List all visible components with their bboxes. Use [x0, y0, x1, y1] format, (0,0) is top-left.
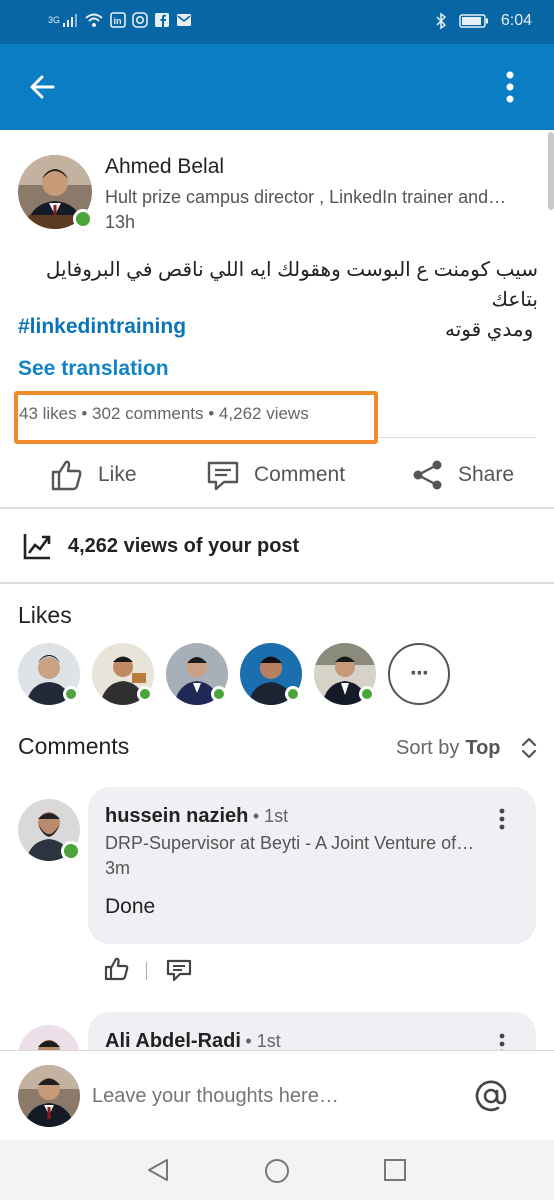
- comment-overflow-icon[interactable]: [498, 807, 506, 831]
- instagram-notification-icon: [132, 12, 148, 28]
- comment-time: 3m: [105, 858, 131, 878]
- post-body-line-1: سيب كومنت ع البوست وهقولك ايه اللي ناقص …: [45, 259, 538, 311]
- liker-online-indicator: [137, 686, 153, 702]
- comment-input[interactable]: [92, 1079, 452, 1113]
- bluetooth-icon: [436, 12, 447, 30]
- more-likes-label: ···: [410, 660, 430, 687]
- stats-highlight-box: [14, 391, 378, 444]
- facebook-notification-icon: [155, 13, 170, 27]
- share-button[interactable]: Share: [412, 450, 514, 500]
- post-body-line-2: ومدي قوته: [445, 319, 534, 341]
- comment-icon: [207, 461, 239, 491]
- liker-online-indicator: [63, 686, 79, 702]
- nav-home-icon[interactable]: [263, 1157, 291, 1185]
- share-icon: [413, 460, 442, 490]
- mention-icon[interactable]: [474, 1079, 508, 1113]
- thumbs-up-icon: [51, 460, 82, 491]
- comment-author-name[interactable]: hussein nazieh: [105, 805, 248, 827]
- scrollbar[interactable]: [548, 132, 554, 210]
- like-button[interactable]: Like: [50, 450, 137, 500]
- composer-photo-icon: [18, 1065, 80, 1127]
- sort-control[interactable]: Sort by Top: [396, 735, 539, 761]
- divider-1: [0, 507, 554, 509]
- wifi-icon: [85, 13, 103, 27]
- liker-online-indicator: [285, 686, 301, 702]
- stats-divider: [378, 437, 536, 438]
- comment-actions-separator: [146, 962, 147, 980]
- divider-2: [0, 582, 554, 584]
- liker-online-indicator: [211, 686, 227, 702]
- status-bar: 3G in 6:04: [0, 0, 554, 44]
- comment-reply-icon[interactable]: [166, 958, 192, 982]
- signal-icon: [63, 14, 78, 27]
- linkedin-notification-icon: in: [110, 12, 126, 28]
- comments-title: Comments: [18, 733, 130, 759]
- comment-author-degree: • 1st: [245, 1031, 281, 1051]
- overflow-menu-icon[interactable]: [502, 70, 518, 104]
- comment-button[interactable]: Comment: [206, 450, 345, 500]
- sort-chevrons-icon: [521, 737, 536, 759]
- post-author-headline: Hult prize campus director , LinkedIn tr…: [105, 187, 507, 207]
- comment-label: Comment: [254, 463, 346, 486]
- status-icons: 3G in: [48, 12, 192, 28]
- views-of-post-link[interactable]: 4,262 views of your post: [68, 535, 299, 558]
- author-online-indicator: [73, 209, 93, 229]
- nav-back-icon[interactable]: [145, 1157, 171, 1183]
- back-arrow-icon[interactable]: [28, 73, 56, 101]
- comment-composer: [0, 1050, 554, 1140]
- like-label: Like: [98, 463, 137, 486]
- commenter-online-indicator: [61, 841, 81, 861]
- share-label: Share: [458, 463, 515, 486]
- sort-value: Top: [465, 736, 501, 759]
- network-label: 3G: [48, 15, 61, 25]
- mail-notification-icon: [177, 14, 192, 26]
- status-right: 6:04: [435, 12, 532, 30]
- battery-icon: [459, 14, 488, 28]
- liker-online-indicator: [359, 686, 375, 702]
- see-translation-link[interactable]: See translation: [18, 357, 169, 381]
- clock: 6:04: [500, 12, 532, 29]
- app-bar: [0, 44, 554, 130]
- post-time: 13h: [105, 212, 136, 232]
- comment-author-name[interactable]: Ali Abdel-Radi: [105, 1030, 241, 1052]
- sort-label: Sort by: [396, 736, 460, 759]
- post-hashtag[interactable]: #linkedintraining: [18, 315, 186, 339]
- svg-text:in: in: [114, 16, 122, 26]
- comment-author-degree: • 1st: [252, 806, 289, 826]
- comment-text: Done: [105, 895, 156, 918]
- comment-author-headline: DRP-Supervisor at Beyti - A Joint Ventur…: [105, 833, 475, 853]
- trending-chart-icon: [23, 534, 51, 560]
- likes-title: Likes: [18, 602, 72, 628]
- comment-like-icon[interactable]: [104, 956, 130, 982]
- nav-recents-icon[interactable]: [383, 1158, 407, 1182]
- post-author-name[interactable]: Ahmed Belal: [105, 155, 224, 179]
- system-navigation-bar: [0, 1140, 554, 1200]
- composer-avatar: [18, 1065, 80, 1127]
- more-likes-button[interactable]: ···: [388, 643, 450, 705]
- comment-author-line: hussein nazieh • 1st: [105, 805, 288, 828]
- comment-bubble: hussein nazieh • 1st DRP-Supervisor at B…: [88, 787, 536, 944]
